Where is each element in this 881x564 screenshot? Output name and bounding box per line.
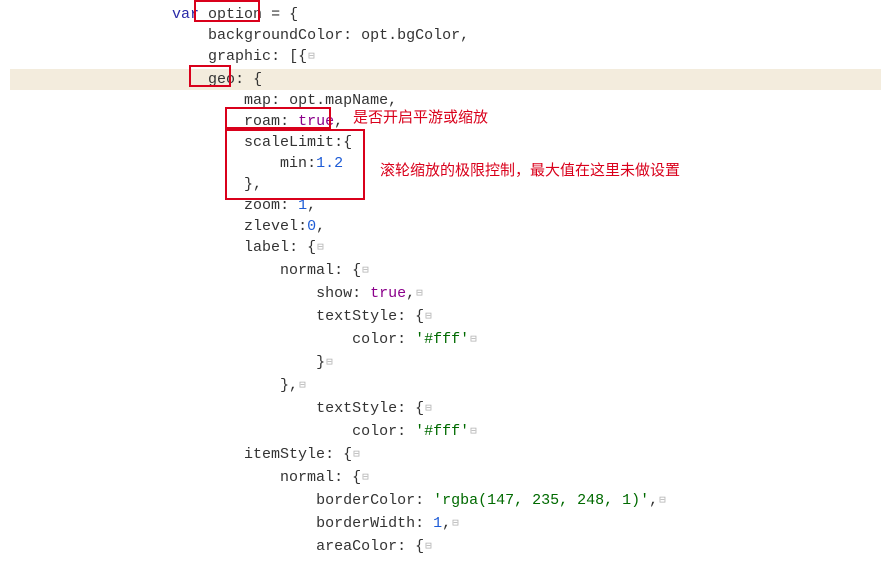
code-line: borderColor: 'rgba(147, 235, 248, 1)',⊟	[10, 490, 881, 513]
string-literal: 'rgba(147, 235, 248, 1)'	[433, 492, 649, 509]
key: normal	[280, 262, 334, 279]
key: color	[352, 331, 397, 348]
string-literal: '#fff'	[415, 331, 469, 348]
key: graphic	[208, 48, 271, 65]
keyword-var: var	[172, 6, 208, 23]
key: borderWidth	[316, 515, 415, 532]
key: zlevel	[244, 218, 298, 235]
fold-icon[interactable]: ⊟	[451, 514, 460, 535]
code-block: var option = { backgroundColor: opt.bgCo…	[0, 0, 881, 559]
code-line: borderWidth: 1,⊟	[10, 513, 881, 536]
code-line: areaColor: {⊟	[10, 536, 881, 559]
fold-icon[interactable]: ⊟	[469, 422, 478, 443]
code-line: textStyle: {⊟	[10, 398, 881, 421]
code-line: color: '#fff'⊟	[10, 329, 881, 352]
fold-icon[interactable]: ⊟	[307, 47, 316, 68]
fold-icon[interactable]: ⊟	[424, 537, 433, 558]
string-literal: '#fff'	[415, 423, 469, 440]
number-literal: 1	[433, 515, 442, 532]
code-line: zlevel:0,	[10, 216, 881, 237]
number-literal: 0	[307, 218, 316, 235]
code-line: normal: {⊟	[10, 467, 881, 490]
key: show	[316, 285, 352, 302]
fold-icon[interactable]: ⊟	[658, 491, 667, 512]
code-line: itemStyle: {⊟	[10, 444, 881, 467]
true-literal: true	[370, 285, 406, 302]
key: min	[280, 155, 307, 172]
code-line: normal: {⊟	[10, 260, 881, 283]
number-literal: 1	[298, 197, 307, 214]
key: color	[352, 423, 397, 440]
key: scaleLimit	[244, 134, 334, 151]
key: textStyle	[316, 400, 397, 417]
code-line: show: true,⊟	[10, 283, 881, 306]
code-line: color: '#fff'⊟	[10, 421, 881, 444]
fold-icon[interactable]: ⊟	[415, 284, 424, 305]
fold-icon[interactable]: ⊟	[469, 330, 478, 351]
key: backgroundColor	[208, 27, 343, 44]
key: borderColor	[316, 492, 415, 509]
code-line: min:1.2	[10, 153, 881, 174]
fold-icon[interactable]: ⊟	[352, 445, 361, 466]
fold-icon[interactable]: ⊟	[316, 238, 325, 259]
key: label	[244, 239, 289, 256]
code-line: scaleLimit:{	[10, 132, 881, 153]
true-literal: true	[298, 113, 334, 130]
key: areaColor	[316, 538, 397, 555]
code-line: roam: true,	[10, 111, 881, 132]
fold-icon[interactable]: ⊟	[424, 399, 433, 420]
fold-icon[interactable]: ⊟	[298, 376, 307, 397]
code-line: var option = {	[10, 4, 881, 25]
fold-icon[interactable]: ⊟	[424, 307, 433, 328]
key: roam	[244, 113, 280, 130]
code-line: },⊟	[10, 375, 881, 398]
code-line: backgroundColor: opt.bgColor,	[10, 25, 881, 46]
code-line: label: {⊟	[10, 237, 881, 260]
code-line-highlighted: geo: {	[10, 69, 881, 90]
key: zoom	[244, 197, 280, 214]
code-line: graphic: [{⊟	[10, 46, 881, 69]
code-line: map: opt.mapName,	[10, 90, 881, 111]
number-literal: 1.2	[316, 155, 343, 172]
code-line: }⊟	[10, 352, 881, 375]
code-line: },	[10, 174, 881, 195]
code-line: zoom: 1,	[10, 195, 881, 216]
key: map	[244, 92, 271, 109]
fold-icon[interactable]: ⊟	[361, 468, 370, 489]
key: itemStyle	[244, 446, 325, 463]
identifier-option: option	[208, 6, 262, 23]
key: normal	[280, 469, 334, 486]
code-line: textStyle: {⊟	[10, 306, 881, 329]
fold-icon[interactable]: ⊟	[361, 261, 370, 282]
key-geo: geo	[208, 71, 235, 88]
key: textStyle	[316, 308, 397, 325]
fold-icon[interactable]: ⊟	[325, 353, 334, 374]
